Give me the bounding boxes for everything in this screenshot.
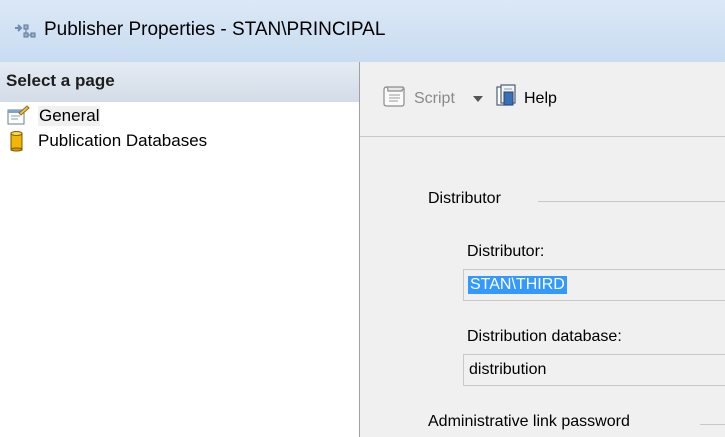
help-button-label: Help — [524, 89, 557, 107]
publisher-properties-icon — [13, 22, 39, 44]
properties-content-pane: Script Help Distributor Distributor: STA… — [360, 62, 725, 437]
select-page-header: Select a page — [0, 62, 359, 102]
distribution-database-field[interactable]: distribution — [463, 354, 725, 386]
distributor-group-divider — [538, 201, 725, 202]
admin-group-divider — [700, 424, 725, 425]
script-dropdown-arrow-icon[interactable] — [473, 96, 483, 102]
script-button[interactable]: Script — [382, 84, 455, 113]
admin-link-password-group-label: Administrative link password — [428, 413, 630, 430]
select-page-label: Select a page — [6, 71, 115, 90]
distributor-group-label: Distributor — [428, 190, 501, 207]
distributor-field-value: STAN\THIRD — [468, 276, 567, 294]
script-icon — [382, 84, 408, 113]
database-icon — [6, 130, 30, 152]
nav-item-publication-databases[interactable]: Publication Databases — [6, 130, 346, 152]
distributor-field-label: Distributor: — [467, 243, 545, 260]
distributor-field[interactable]: STAN\THIRD — [463, 269, 725, 301]
window-title: Publisher Properties - STAN\PRINCIPAL — [44, 19, 386, 40]
help-icon — [494, 84, 518, 113]
nav-item-general[interactable]: General — [6, 105, 346, 127]
script-button-label: Script — [414, 89, 455, 107]
nav-item-label: General — [38, 106, 101, 126]
general-page-icon — [6, 105, 30, 127]
title-bar: Publisher Properties - STAN\PRINCIPAL — [0, 0, 725, 62]
distribution-database-value: distribution — [469, 361, 547, 378]
distribution-database-label: Distribution database: — [467, 328, 622, 345]
toolbar: Script Help — [360, 62, 725, 137]
nav-item-label: Publication Databases — [38, 131, 208, 150]
help-button[interactable]: Help — [494, 84, 557, 113]
page-selector-pane: Select a page General Publication Databa… — [0, 62, 360, 437]
